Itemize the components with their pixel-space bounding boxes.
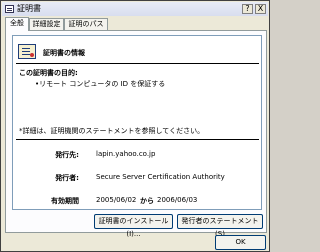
tab-bar: 全般 詳細設定 証明のパス (5, 17, 267, 31)
close-button[interactable]: X (255, 4, 266, 14)
validity-to-word: から (140, 197, 154, 205)
certificate-dialog: 証明書 ? X 全般 詳細設定 証明のパス 証明書の情報 この証明書の目的: •… (0, 0, 270, 252)
certificate-icon (18, 44, 36, 59)
tab-details[interactable]: 詳細設定 (29, 18, 64, 30)
tab-general[interactable]: 全般 (5, 17, 29, 31)
valid-from: 2005/06/02 (96, 196, 137, 204)
certificate-icon (5, 5, 14, 13)
info-title: 証明書の情報 (43, 49, 85, 57)
validity-label: 有効期間 (51, 197, 79, 205)
statement-note: *詳細は、証明機関のステートメントを参照してください。 (19, 127, 205, 135)
valid-to: 2006/06/03 (157, 196, 198, 204)
tab-certification-path[interactable]: 証明のパス (64, 18, 108, 30)
help-button[interactable]: ? (242, 4, 253, 14)
title-bar: 証明書 ? X (2, 2, 268, 16)
purpose-item: •リモート コンピュータの ID を保証する (35, 80, 166, 88)
divider (16, 139, 259, 140)
issued-by-value: Secure Server Certification Authority (96, 173, 225, 181)
issued-to-value: lapin.yahoo.co.jp (96, 150, 156, 158)
certificate-info-box: 証明書の情報 この証明書の目的: •リモート コンピュータの ID を保証する … (12, 35, 262, 210)
general-panel: 証明書の情報 この証明書の目的: •リモート コンピュータの ID を保証する … (5, 30, 268, 238)
purpose-heading: この証明書の目的: (19, 69, 78, 77)
issuer-statement-button[interactable]: 発行者のステートメント(S) (177, 214, 263, 238)
install-certificate-button[interactable]: 証明書のインストール(I)... (94, 214, 173, 238)
panel-buttons: 証明書のインストール(I)... 発行者のステートメント(S) (6, 214, 268, 238)
ok-button[interactable]: OK (215, 235, 266, 250)
issued-by-label: 発行者: (55, 174, 79, 182)
issued-to-label: 発行先: (55, 151, 79, 159)
divider (16, 63, 259, 64)
window-title: 証明書 (17, 4, 41, 13)
